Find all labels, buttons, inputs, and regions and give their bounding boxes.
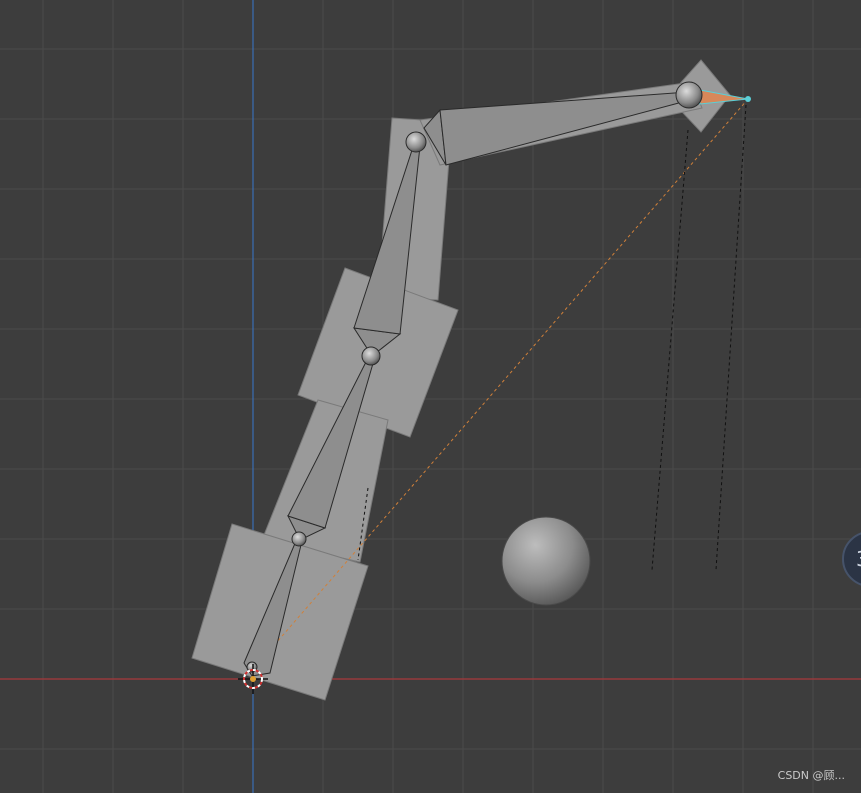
joint-upper[interactable] — [405, 131, 427, 153]
navigation-gizmo-label: 3 — [856, 547, 861, 571]
ik-target-tail[interactable] — [745, 96, 751, 102]
joint-top[interactable] — [675, 81, 703, 109]
joint-lower[interactable] — [291, 531, 307, 547]
uv-sphere[interactable] — [501, 516, 591, 606]
bone-upper[interactable] — [439, 91, 691, 166]
viewport-canvas[interactable] — [0, 0, 861, 793]
watermark: CSDN @顾... — [777, 769, 845, 782]
relation-line-1 — [651, 129, 689, 571]
relation-line-2 — [715, 104, 747, 571]
3d-viewport[interactable]: 3 CSDN @顾... — [0, 0, 861, 793]
joint-mid[interactable] — [361, 346, 381, 366]
